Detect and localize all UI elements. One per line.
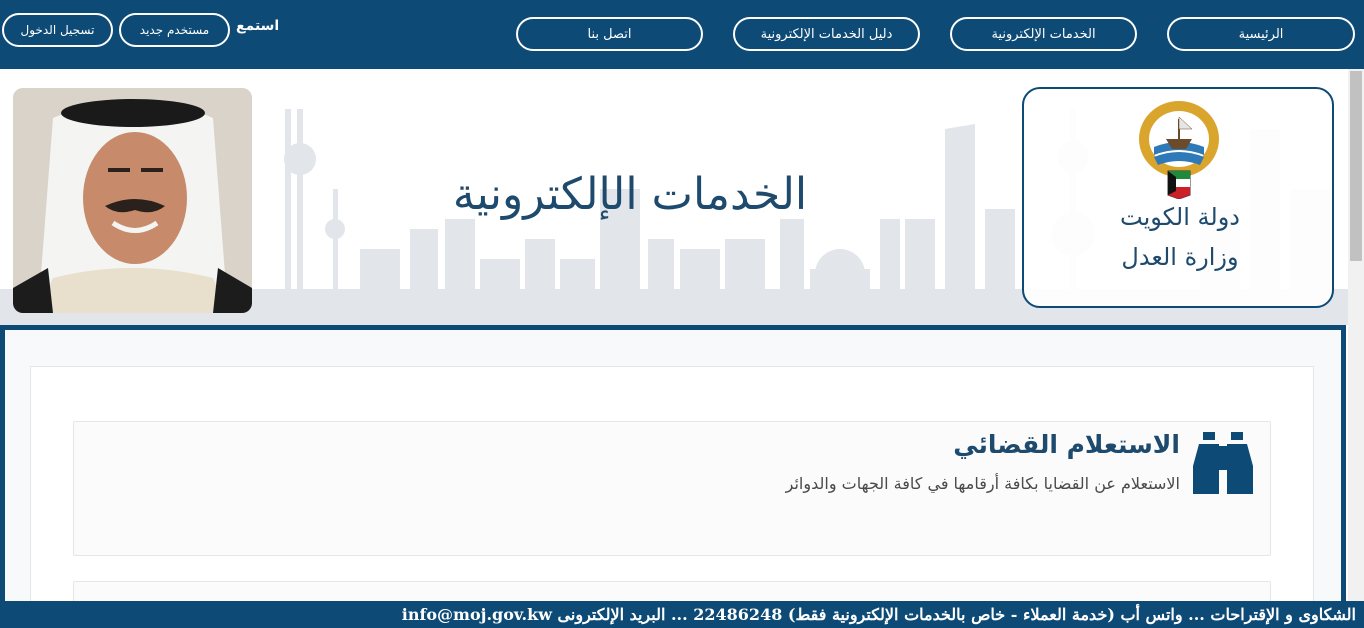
- service-card-description: الاستعلام عن القضايا بكافة أرقامها في كا…: [785, 474, 1180, 493]
- scrollbar-thumb[interactable]: [1350, 71, 1362, 261]
- service-card-title: الاستعلام القضائي: [953, 430, 1180, 459]
- nav-guide-button[interactable]: دليل الخدمات الإلكترونية: [733, 17, 920, 51]
- page-scrollbar[interactable]: [1348, 69, 1364, 601]
- main-content: الاستعلام القضائي الاستعلام عن القضايا ب…: [0, 325, 1346, 611]
- contact-ticker: الشكاوى و الإقتراحات ... واتس أب (خدمة ا…: [0, 601, 1364, 628]
- header-banner: الخدمات الإلكترونية دولة الكويت وزارة ال…: [0, 69, 1348, 325]
- services-panel: الاستعلام القضائي الاستعلام عن القضايا ب…: [30, 366, 1314, 611]
- kuwait-emblem-icon: [1139, 101, 1219, 199]
- new-user-button[interactable]: مستخدم جديد: [119, 13, 230, 47]
- service-card-judicial-inquiry[interactable]: الاستعلام القضائي الاستعلام عن القضايا ب…: [73, 421, 1271, 556]
- emir-portrait: [13, 88, 252, 313]
- top-navigation-bar: الرئيسية الخدمات الإلكترونية دليل الخدما…: [0, 0, 1364, 69]
- listen-link[interactable]: استمع: [236, 18, 279, 34]
- logo-country-name: دولة الكويت: [1120, 203, 1240, 231]
- ministry-logo-box[interactable]: دولة الكويت وزارة العدل: [1022, 87, 1334, 308]
- binoculars-icon: [1193, 432, 1253, 494]
- portrait-illustration: [13, 88, 252, 313]
- nav-contact-button[interactable]: اتصل بنا: [516, 17, 703, 51]
- nav-home-button[interactable]: الرئيسية: [1167, 17, 1355, 51]
- page-title: الخدمات الإلكترونية: [452, 169, 808, 220]
- login-button[interactable]: تسجيل الدخول: [2, 13, 113, 47]
- logo-ministry-name: وزارة العدل: [1121, 243, 1239, 271]
- nav-eservices-button[interactable]: الخدمات الإلكترونية: [950, 17, 1137, 51]
